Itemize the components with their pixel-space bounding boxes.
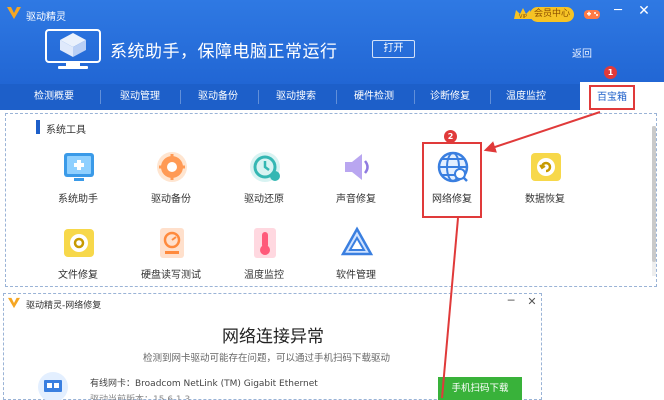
step-marker-1: 1 (604, 66, 617, 79)
tool-temperature-monitor[interactable]: 温度监控 (224, 226, 304, 290)
open-button[interactable]: 打开 (372, 40, 415, 58)
tool-label: 数据恢复 (525, 194, 565, 205)
tool-system-helper[interactable]: 系统助手 (38, 150, 118, 214)
close-button[interactable]: ✕ (636, 4, 652, 20)
back-link[interactable]: 返回 (572, 45, 592, 60)
gamepad-icon[interactable] (583, 6, 601, 22)
tab-diagnose-repair[interactable]: 诊断修复 (416, 84, 484, 110)
tab-divider (490, 90, 491, 104)
tab-driver-backup[interactable]: 驱动备份 (184, 84, 252, 110)
tab-divider (100, 90, 101, 104)
network-card-info: 有线网卡：Broadcom NetLink (TM) Gigabit Ether… (90, 379, 318, 389)
tool-label: 系统助手 (58, 194, 98, 205)
dialog-close-button[interactable]: ✕ (526, 296, 538, 308)
tool-sound-repair[interactable]: 声音修复 (316, 150, 396, 214)
slogan-text: 系统助手，保障电脑正常运行 (110, 42, 338, 62)
dialog-title: 驱动精灵-网络修复 (26, 301, 102, 311)
tab-divider (336, 90, 337, 104)
scrollbar-thumb[interactable] (652, 126, 656, 262)
driver-backup-icon (157, 152, 187, 182)
minimize-button[interactable]: ─ (610, 4, 626, 20)
data-recovery-icon (531, 153, 561, 181)
dialog-logo-icon (8, 297, 20, 309)
dialog-description: 检测到网卡驱动可能存在问题，可以通过手机扫码下载驱动 (143, 353, 391, 364)
software-manager-icon (340, 226, 374, 256)
section-title: 系统工具 (46, 125, 86, 136)
tab-divider (258, 90, 259, 104)
sound-repair-icon (345, 154, 369, 180)
tool-file-repair[interactable]: 文件修复 (38, 226, 118, 290)
tool-label: 驱动还原 (244, 194, 284, 205)
network-card-icon (38, 372, 68, 400)
tab-divider (180, 90, 181, 104)
vip-label: VIP (519, 14, 527, 20)
tool-label: 硬盘读写测试 (141, 270, 201, 281)
tool-label: 温度监控 (244, 270, 284, 281)
temperature-icon (254, 228, 276, 258)
tool-label: 声音修复 (336, 194, 376, 205)
tool-driver-backup[interactable]: 驱动备份 (131, 150, 211, 214)
scan-download-button[interactable]: 手机扫码下载 (438, 377, 522, 400)
tab-detect-summary[interactable]: 检测概要 (20, 84, 88, 110)
step-marker-2: 2 (444, 130, 457, 143)
tool-driver-restore[interactable]: 驱动还原 (224, 150, 304, 214)
app-logo-icon (7, 7, 21, 19)
tab-divider (414, 90, 415, 104)
driver-version-info: 驱动当前版本：15.6.1.3 (90, 395, 191, 400)
tab-driver-manage[interactable]: 驱动管理 (106, 84, 174, 110)
dialog-minimize-button[interactable]: ─ (505, 295, 517, 308)
section-accent-bar (36, 120, 40, 134)
tab-driver-search[interactable]: 驱动搜索 (262, 84, 330, 110)
disk-test-icon (160, 228, 184, 258)
dialog-heading: 网络连接异常 (222, 327, 324, 347)
network-repair-highlight (422, 142, 482, 218)
tool-data-recovery[interactable]: 数据恢复 (505, 150, 585, 214)
tool-software-manager[interactable]: 软件管理 (316, 226, 396, 290)
tab-toolbox[interactable]: 百宝箱 (589, 85, 635, 110)
member-center-button[interactable]: 会员中心 (530, 7, 574, 22)
system-helper-icon (64, 153, 94, 181)
tool-disk-test[interactable]: 硬盘读写测试 (131, 226, 211, 290)
driver-restore-icon (250, 152, 280, 182)
main-tab-bar: 检测概要 驱动管理 驱动备份 驱动搜索 硬件检测 诊断修复 温度监控 (0, 84, 664, 110)
tab-temperature[interactable]: 温度监控 (492, 84, 560, 110)
tool-label: 软件管理 (336, 270, 376, 281)
top-banner: 驱动精灵 系统助手，保障电脑正常运行 打开 返回 VIP 会员中心 ─ ✕ (0, 0, 664, 84)
file-repair-icon (64, 229, 94, 257)
app-title: 驱动精灵 (26, 12, 66, 23)
tool-label: 驱动备份 (151, 194, 191, 205)
monitor-box-illustration (45, 29, 101, 69)
tab-hardware-check[interactable]: 硬件检测 (340, 84, 408, 110)
tool-label: 文件修复 (58, 270, 98, 281)
